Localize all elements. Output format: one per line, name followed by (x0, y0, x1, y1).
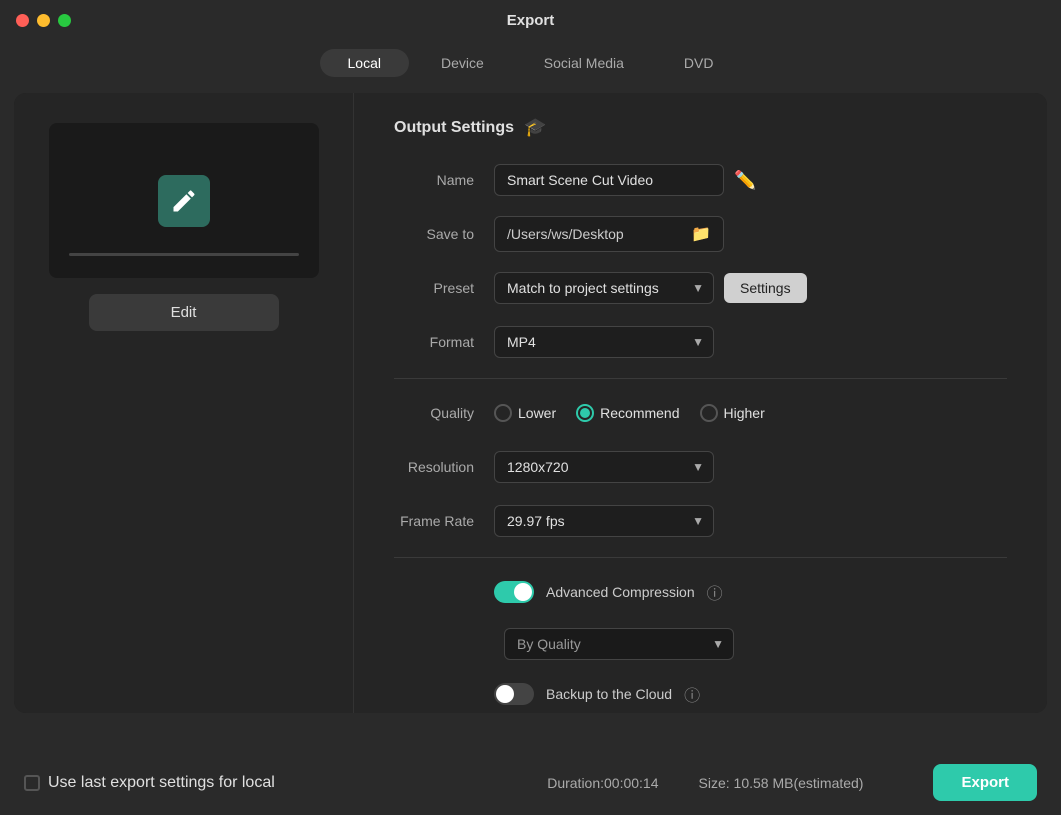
save-to-row: Save to /Users/ws/Desktop 📁 (394, 216, 1007, 252)
advanced-compression-help-icon[interactable]: ⓘ (707, 580, 723, 604)
quality-control: Lower Recommend Higher (494, 404, 1007, 422)
duration-info: Duration:00:00:14 (547, 775, 658, 791)
tab-bar: Local Device Social Media DVD (0, 41, 1061, 93)
folder-path-area[interactable]: /Users/ws/Desktop 📁 (494, 216, 724, 252)
ai-edit-icon[interactable]: ✏️ (734, 170, 756, 191)
resolution-select[interactable]: 1280x720 (494, 451, 714, 483)
advanced-compression-toggle-knob (514, 583, 532, 601)
backup-cloud-label: Backup to the Cloud (546, 686, 672, 702)
backup-cloud-control: Backup to the Cloud ⓘ (494, 682, 1007, 706)
right-panel: Output Settings 🎓 Name ✏️ Save to /Users… (354, 93, 1047, 713)
bottom-info: Duration:00:00:14 Size: 10.58 MB(estimat… (547, 764, 1037, 801)
format-control: MP4 ▼ (494, 326, 1007, 358)
graduation-cap-icon: 🎓 (524, 117, 546, 138)
name-input[interactable] (494, 164, 724, 196)
preview-timeline (69, 253, 299, 256)
frame-rate-select-wrap: 29.97 fps ▼ (494, 505, 714, 537)
tab-local[interactable]: Local (320, 49, 409, 77)
backup-cloud-toggle-wrap: Backup to the Cloud ⓘ (494, 682, 700, 706)
quality-lower-label: Lower (518, 405, 556, 421)
last-export-settings-wrap: Use last export settings for local (24, 774, 275, 792)
close-button[interactable] (16, 14, 29, 27)
divider-1 (394, 378, 1007, 379)
tab-dvd[interactable]: DVD (656, 49, 742, 77)
folder-icon[interactable]: 📁 (691, 224, 711, 244)
traffic-lights (16, 14, 71, 27)
quality-higher-radio[interactable] (700, 404, 718, 422)
preview-box (49, 123, 319, 278)
save-to-control: /Users/ws/Desktop 📁 (494, 216, 1007, 252)
by-quality-wrap: By Quality ▼ (504, 628, 1007, 660)
resolution-select-wrap: 1280x720 ▼ (494, 451, 714, 483)
format-label: Format (394, 334, 494, 350)
quality-recommend-label: Recommend (600, 405, 679, 421)
advanced-compression-control: Advanced Compression ⓘ (494, 580, 1007, 604)
tab-social-media[interactable]: Social Media (516, 49, 652, 77)
save-to-label: Save to (394, 226, 494, 242)
frame-rate-select[interactable]: 29.97 fps (494, 505, 714, 537)
window-title: Export (507, 12, 555, 29)
name-label: Name (394, 172, 494, 188)
divider-2 (394, 557, 1007, 558)
preset-label: Preset (394, 280, 494, 296)
preset-control: Match to project settings ▼ Settings (494, 272, 1007, 304)
left-panel: Edit (14, 93, 354, 713)
quality-row: Quality Lower Recommend Higher (394, 395, 1007, 431)
frame-rate-control: 29.97 fps ▼ (494, 505, 1007, 537)
settings-button[interactable]: Settings (724, 273, 807, 303)
preset-select[interactable]: Match to project settings (494, 272, 714, 304)
tab-device[interactable]: Device (413, 49, 512, 77)
quality-higher-option[interactable]: Higher (700, 404, 765, 422)
advanced-compression-toggle-wrap: Advanced Compression ⓘ (494, 580, 723, 604)
section-title: Output Settings 🎓 (394, 117, 1007, 138)
size-info: Size: 10.58 MB(estimated) (699, 775, 864, 791)
title-bar: Export (0, 0, 1061, 41)
backup-cloud-row: Backup to the Cloud ⓘ (394, 676, 1007, 712)
backup-cloud-toggle-knob (496, 685, 514, 703)
folder-path-text: /Users/ws/Desktop (507, 226, 683, 242)
edit-button[interactable]: Edit (89, 294, 279, 331)
edit-pencil-icon (170, 187, 198, 215)
resolution-row: Resolution 1280x720 ▼ (394, 449, 1007, 485)
quality-lower-option[interactable]: Lower (494, 404, 556, 422)
maximize-button[interactable] (58, 14, 71, 27)
preview-icon (158, 175, 210, 227)
name-row: Name ✏️ (394, 162, 1007, 198)
last-export-settings-label: Use last export settings for local (48, 774, 275, 792)
quality-recommend-radio[interactable] (576, 404, 594, 422)
last-export-settings-checkbox[interactable] (24, 775, 40, 791)
backup-cloud-toggle[interactable] (494, 683, 534, 705)
quality-group: Lower Recommend Higher (494, 404, 765, 422)
by-quality-select-wrap: By Quality ▼ (504, 628, 734, 660)
backup-cloud-help-icon[interactable]: ⓘ (684, 682, 700, 706)
quality-recommend-option[interactable]: Recommend (576, 404, 679, 422)
quality-label: Quality (394, 405, 494, 421)
advanced-compression-label: Advanced Compression (546, 584, 695, 600)
export-button[interactable]: Export (933, 764, 1037, 801)
format-select-wrap: MP4 ▼ (494, 326, 714, 358)
advanced-compression-row: Advanced Compression ⓘ (394, 574, 1007, 610)
resolution-control: 1280x720 ▼ (494, 451, 1007, 483)
by-quality-select[interactable]: By Quality (504, 628, 734, 660)
quality-higher-label: Higher (724, 405, 765, 421)
bottom-bar: Use last export settings for local Durat… (0, 750, 1061, 815)
frame-rate-row: Frame Rate 29.97 fps ▼ (394, 503, 1007, 539)
name-control: ✏️ (494, 164, 1007, 196)
resolution-label: Resolution (394, 459, 494, 475)
preset-select-wrap: Match to project settings ▼ (494, 272, 714, 304)
main-content: Edit Output Settings 🎓 Name ✏️ Save to /… (14, 93, 1047, 713)
advanced-compression-toggle[interactable] (494, 581, 534, 603)
quality-lower-radio[interactable] (494, 404, 512, 422)
output-settings-label: Output Settings (394, 119, 514, 137)
format-row: Format MP4 ▼ (394, 324, 1007, 360)
frame-rate-label: Frame Rate (394, 513, 494, 529)
minimize-button[interactable] (37, 14, 50, 27)
preset-row: Preset Match to project settings ▼ Setti… (394, 270, 1007, 306)
format-select[interactable]: MP4 (494, 326, 714, 358)
